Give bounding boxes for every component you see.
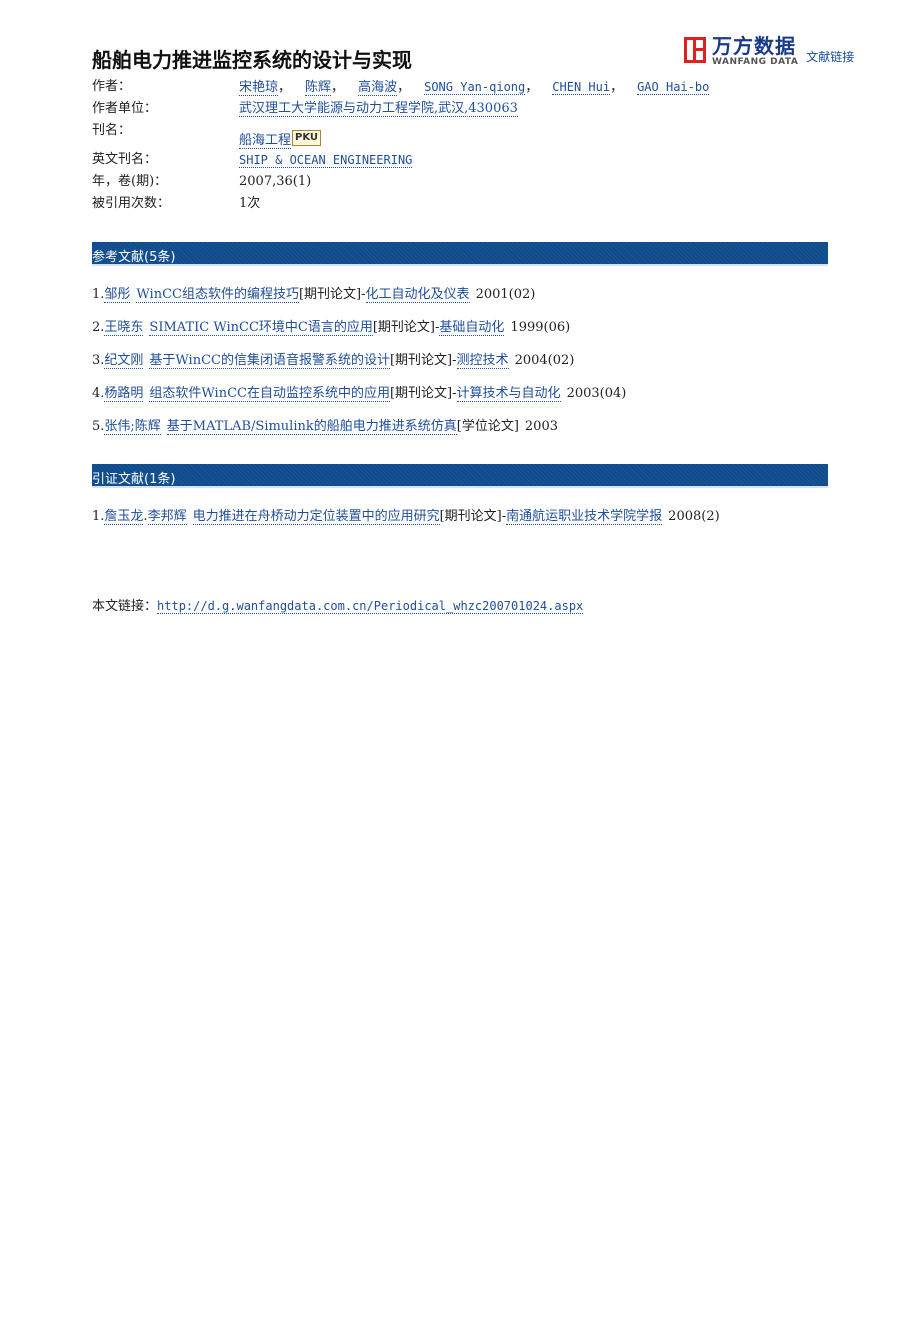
author-separator: ， — [610, 80, 624, 95]
citation-date: 2008(2) — [668, 509, 720, 524]
reference-type: [学位论文] — [456, 419, 519, 434]
author-link[interactable]: 高海波 — [358, 80, 398, 96]
author-link[interactable]: SONG Yan-qiong — [424, 80, 526, 95]
reference-title-link[interactable]: 基于WinCC的信集闭语音报警系统的设计 — [149, 353, 390, 369]
reference-author-link[interactable]: 杨路明 — [104, 386, 144, 402]
reference-item: 2.王晓东 SIMATIC WinCC环境中C语言的应用[期刊论文]-基础自动化 1… — [92, 319, 626, 352]
references-list: 1.邹彤 WinCC组态软件的编程技巧[期刊论文]-化工自动化及仪表 2001(02… — [92, 286, 626, 451]
affiliation-link[interactable]: 武汉理工大学能源与动力工程学院,武汉,430063 — [239, 101, 518, 117]
reference-item: 3.纪文刚 基于WinCC的信集闭语音报警系统的设计[期刊论文]-测控技术 2004… — [92, 352, 626, 385]
author-separator: ， — [525, 80, 539, 95]
author-link[interactable]: GAO Hai-bo — [637, 80, 710, 95]
reference-source-link[interactable]: 基础自动化 — [439, 320, 505, 336]
journal-label: 刊名： — [92, 123, 132, 138]
reference-date: 2003 — [524, 419, 558, 434]
reference-title-link[interactable]: 组态软件WinCC在自动监控系统中的应用 — [149, 386, 390, 402]
reference-author-link[interactable]: 王晓东 — [104, 320, 144, 336]
reference-type: [期刊论文] — [298, 287, 362, 302]
wanfang-logo-icon — [684, 37, 706, 63]
authors-label: 作者： — [92, 79, 132, 94]
reference-author-link[interactable]: 纪文刚 — [104, 353, 144, 369]
permalink-row: 本文链接：http://d.g.wanfangdata.com.cn/Perio… — [92, 595, 584, 614]
year-volume-label: 年，卷(期)： — [92, 174, 168, 189]
reference-date: 2003(04) — [566, 386, 627, 401]
author-link[interactable]: 宋艳琼 — [239, 80, 279, 96]
document-title: 船舶电力推进监控系统的设计与实现 — [92, 48, 412, 72]
reference-dash: - — [452, 386, 457, 401]
journal-link[interactable]: 船海工程 — [239, 133, 292, 149]
reference-number: 3. — [92, 353, 105, 368]
citations-header: 引证文献(1条) — [92, 464, 828, 488]
cited-count-value: 1次 — [239, 196, 261, 211]
citation-source-link[interactable]: 南通航运职业技术学院学报 — [506, 509, 663, 525]
citation-title-link[interactable]: 电力推进在舟桥动力定位装置中的应用研究 — [192, 509, 440, 525]
reference-date: 2001(02) — [475, 287, 536, 302]
journal-en-link[interactable]: SHIP & OCEAN ENGINEERING — [239, 153, 413, 168]
cited-count-label: 被引用次数： — [92, 196, 171, 211]
reference-type: [期刊论文] — [389, 386, 453, 401]
reference-source-link[interactable]: 计算技术与自动化 — [456, 386, 561, 402]
reference-type: [期刊论文] — [389, 353, 453, 368]
citation-item: 1.詹玉龙.李邦辉 电力推进在舟桥动力定位装置中的应用研究[期刊论文]-南通航运职… — [92, 508, 720, 541]
citation-author-link[interactable]: 李邦辉 — [147, 509, 187, 525]
author-separator: ， — [331, 80, 345, 95]
reference-date: 2004(02) — [514, 353, 575, 368]
permalink-url[interactable]: http://d.g.wanfangdata.com.cn/Periodical… — [157, 599, 584, 614]
pku-core-badge: PKU — [292, 130, 322, 146]
year-volume-value: 2007,36(1) — [239, 174, 312, 189]
author-link[interactable]: 陈辉 — [305, 80, 332, 96]
reference-item: 4.杨路明 组态软件WinCC在自动监控系统中的应用[期刊论文]-计算技术与自动化… — [92, 385, 626, 418]
reference-number: 5. — [92, 419, 105, 434]
citation-number: 1. — [92, 509, 105, 524]
reference-dash: - — [452, 353, 457, 368]
authors-list: 宋艳琼， 陈辉， 高海波， SONG Yan-qiong， CHEN Hui， GAO H… — [239, 78, 710, 97]
affiliation-label: 作者单位： — [92, 101, 158, 116]
reference-item: 5.张伟;陈辉 基于MATLAB/Simulink的船舶电力推进系统仿真[学位论文… — [92, 418, 626, 451]
reference-author-link[interactable]: 张伟;陈辉 — [104, 419, 161, 435]
literature-link-label[interactable]: 文献链接 — [806, 48, 854, 65]
permalink-label: 本文链接： — [92, 599, 158, 614]
reference-number: 4. — [92, 386, 105, 401]
reference-dash: - — [361, 287, 366, 302]
reference-title-link[interactable]: SIMATIC WinCC环境中C语言的应用 — [149, 320, 373, 336]
author-link[interactable]: CHEN Hui — [552, 80, 611, 95]
reference-title-link[interactable]: 基于MATLAB/Simulink的船舶电力推进系统仿真 — [166, 419, 457, 435]
reference-number: 1. — [92, 287, 105, 302]
reference-source-link[interactable]: 测控技术 — [456, 353, 509, 369]
journal-en-label: 英文刊名： — [92, 152, 158, 167]
reference-author-link[interactable]: 邹彤 — [104, 287, 131, 303]
citations-list: 1.詹玉龙.李邦辉 电力推进在舟桥动力定位装置中的应用研究[期刊论文]-南通航运职… — [92, 508, 720, 541]
reference-source-link[interactable]: 化工自动化及仪表 — [365, 287, 470, 303]
logo-name-cn: 万方数据 — [712, 34, 796, 58]
citation-author-link[interactable]: 詹玉龙 — [104, 509, 144, 525]
references-header: 参考文献(5条) — [92, 242, 828, 266]
reference-title-link[interactable]: WinCC组态软件的编程技巧 — [136, 287, 299, 303]
reference-item: 1.邹彤 WinCC组态软件的编程技巧[期刊论文]-化工自动化及仪表 2001(02… — [92, 286, 626, 319]
wanfang-logo[interactable]: 万方数据 WANFANG DATA 文献链接 — [684, 33, 854, 67]
reference-date: 1999(06) — [510, 320, 571, 335]
citation-author-separator: . — [143, 509, 148, 524]
reference-type: [期刊论文] — [372, 320, 435, 335]
logo-text: 万方数据 WANFANG DATA — [712, 35, 798, 67]
reference-number: 2. — [92, 320, 105, 335]
author-separator: ， — [278, 80, 292, 95]
citation-type: [期刊论文] — [439, 509, 502, 524]
logo-name-en: WANFANG DATA — [712, 57, 799, 67]
author-separator: ， — [397, 80, 411, 95]
